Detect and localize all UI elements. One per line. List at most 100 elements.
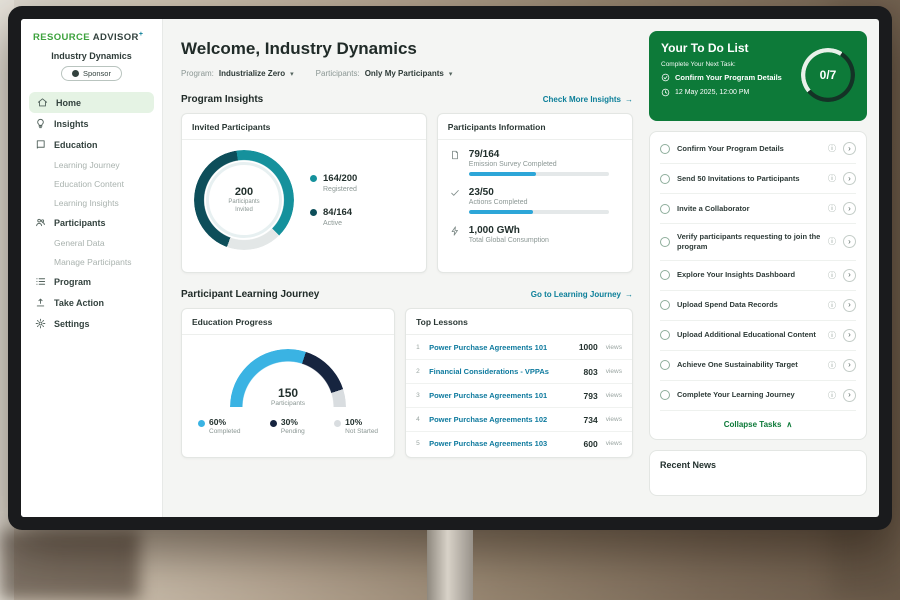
- task-checkbox[interactable]: [660, 360, 670, 370]
- legend-label: Not Started: [345, 428, 378, 435]
- chevron-right-icon[interactable]: ›: [843, 389, 856, 402]
- task-checkbox[interactable]: [660, 237, 670, 247]
- sidebar-item-label: Insights: [54, 119, 89, 129]
- todo-due-label: 12 May 2025, 12:00 PM: [675, 89, 749, 96]
- task-label: Complete Your Learning Journey: [677, 390, 821, 400]
- legend-value: 60%: [209, 417, 226, 427]
- lesson-row[interactable]: 5 Power Purchase Agreements 103 600 view…: [406, 431, 632, 455]
- task-row[interactable]: Upload Additional Educational Content ⓘ …: [660, 320, 856, 350]
- sidebar-item-label: Home: [56, 98, 81, 108]
- info-value: 1,000 GWh: [469, 225, 549, 236]
- chevron-right-icon[interactable]: ›: [843, 142, 856, 155]
- lesson-row[interactable]: 3 Power Purchase Agreements 101 793 view…: [406, 383, 632, 407]
- task-checkbox[interactable]: [660, 330, 670, 340]
- collapse-tasks-button[interactable]: Collapse Tasks ∧: [660, 410, 856, 437]
- lesson-row[interactable]: 2 Financial Considerations - VPPAs 803 v…: [406, 359, 632, 383]
- sidebar-item-learning-journey[interactable]: Learning Journey: [21, 155, 162, 174]
- lesson-link[interactable]: Power Purchase Agreements 101: [429, 343, 573, 352]
- info-value: 79/164: [469, 149, 609, 160]
- chevron-right-icon[interactable]: ›: [843, 359, 856, 372]
- task-row[interactable]: Achieve One Sustainability Target ⓘ ›: [660, 350, 856, 380]
- task-checkbox[interactable]: [660, 270, 670, 280]
- program-filter[interactable]: Program: Industrialize Zero ▾: [181, 69, 294, 78]
- task-checkbox[interactable]: [660, 390, 670, 400]
- task-row[interactable]: Invite a Collaborator ⓘ ›: [660, 193, 856, 223]
- lesson-views: 600: [584, 439, 598, 449]
- sidebar-item-insights[interactable]: Insights: [21, 113, 162, 134]
- task-label: Upload Additional Educational Content: [677, 330, 821, 340]
- task-row[interactable]: Send 50 Invitations to Participants ⓘ ›: [660, 163, 856, 193]
- gauge-center-value: 150: [230, 386, 346, 400]
- invited-participants-card: Invited Participants 200 Participants In…: [181, 113, 427, 273]
- sidebar-item-learning-insights[interactable]: Learning Insights: [21, 193, 162, 212]
- home-icon: [37, 97, 48, 108]
- lesson-views-label: views: [606, 416, 622, 423]
- chevron-right-icon[interactable]: ›: [843, 172, 856, 185]
- task-checkbox[interactable]: [660, 300, 670, 310]
- sidebar-item-home[interactable]: Home: [29, 92, 154, 113]
- task-checkbox[interactable]: [660, 174, 670, 184]
- todo-next-task[interactable]: Confirm Your Program Details: [661, 73, 799, 82]
- monitor-stand: [427, 530, 473, 600]
- invited-donut-chart: 200 Participants Invited: [194, 150, 294, 250]
- info-circle-icon: ⓘ: [828, 300, 836, 311]
- sponsor-badge: Sponsor: [61, 66, 122, 81]
- sidebar-item-education-content[interactable]: Education Content: [21, 174, 162, 193]
- org-block: Industry Dynamics Sponsor: [21, 51, 162, 82]
- org-name: Industry Dynamics: [21, 51, 162, 61]
- info-card-body: 79/164 Emission Survey Completed 23/50 A…: [438, 140, 632, 253]
- chevron-right-icon[interactable]: ›: [843, 269, 856, 282]
- sidebar-item-manage-participants[interactable]: Manage Participants: [21, 252, 162, 271]
- sidebar-item-settings[interactable]: Settings: [21, 313, 162, 334]
- chevron-right-icon[interactable]: ›: [843, 235, 856, 248]
- legend-value: 164/200: [323, 173, 357, 184]
- info-circle-icon: ⓘ: [828, 330, 836, 341]
- legend-item-pending: 30% Pending: [270, 417, 305, 435]
- legend-label: Registered: [323, 186, 357, 193]
- chevron-right-icon[interactable]: ›: [843, 299, 856, 312]
- invited-center-value: 200: [235, 186, 253, 198]
- lesson-row[interactable]: 4 Power Purchase Agreements 102 734 view…: [406, 407, 632, 431]
- sidebar-item-take-action[interactable]: Take Action: [21, 292, 162, 313]
- chevron-down-icon: ▾: [449, 70, 453, 78]
- invited-legend: 164/200 Registered 84/164 Active: [310, 173, 357, 227]
- sidebar-item-label: Participants: [54, 218, 106, 228]
- energy-bolt-icon: [450, 226, 461, 244]
- program-insights-title: Program Insights: [181, 94, 263, 105]
- task-checkbox[interactable]: [660, 144, 670, 154]
- task-row[interactable]: Complete Your Learning Journey ⓘ ›: [660, 380, 856, 410]
- go-to-learning-journey-link[interactable]: Go to Learning Journey →: [531, 290, 633, 299]
- lesson-link[interactable]: Power Purchase Agreements 101: [429, 391, 577, 400]
- legend-label: Active: [323, 220, 352, 227]
- lesson-row[interactable]: 1 Power Purchase Agreements 101 1000 vie…: [406, 335, 632, 359]
- sidebar-item-program[interactable]: Program: [21, 271, 162, 292]
- participants-filter-label: Participants:: [316, 69, 360, 78]
- check-more-insights-link[interactable]: Check More Insights →: [543, 95, 633, 104]
- sidebar-item-education[interactable]: Education: [21, 134, 162, 155]
- sidebar-item-general-data[interactable]: General Data: [21, 233, 162, 252]
- participants-filter[interactable]: Participants: Only My Participants ▾: [316, 69, 453, 78]
- task-row[interactable]: Upload Spend Data Records ⓘ ›: [660, 290, 856, 320]
- participants-filter-value: Only My Participants: [365, 69, 444, 78]
- legend-dot: [334, 420, 341, 427]
- education-progress-card: Education Progress 150 Participants 60% …: [181, 308, 395, 458]
- sidebar-item-participants[interactable]: Participants: [21, 212, 162, 233]
- info-label: Actions Completed: [469, 199, 609, 206]
- legend-dot: [310, 209, 317, 216]
- task-row[interactable]: Verify participants requesting to join t…: [660, 223, 856, 260]
- task-row[interactable]: Confirm Your Program Details ⓘ ›: [660, 134, 856, 163]
- actions-progress-track: [469, 210, 609, 214]
- dashboard-screen: RESOURCE ADVISOR+ Industry Dynamics Spon…: [21, 19, 879, 517]
- lessons-list: 1 Power Purchase Agreements 101 1000 vie…: [406, 335, 632, 455]
- task-row[interactable]: Explore Your Insights Dashboard ⓘ ›: [660, 260, 856, 290]
- chevron-right-icon[interactable]: ›: [843, 329, 856, 342]
- info-circle-icon: ⓘ: [828, 173, 836, 184]
- lesson-link[interactable]: Power Purchase Agreements 102: [429, 415, 577, 424]
- check-icon: [450, 188, 461, 214]
- info-circle-icon: ⓘ: [828, 203, 836, 214]
- chevron-right-icon[interactable]: ›: [843, 202, 856, 215]
- filters-row: Program: Industrialize Zero ▾ Participan…: [181, 69, 633, 78]
- lesson-link[interactable]: Power Purchase Agreements 103: [429, 439, 577, 448]
- task-checkbox[interactable]: [660, 204, 670, 214]
- lesson-link[interactable]: Financial Considerations - VPPAs: [429, 367, 577, 376]
